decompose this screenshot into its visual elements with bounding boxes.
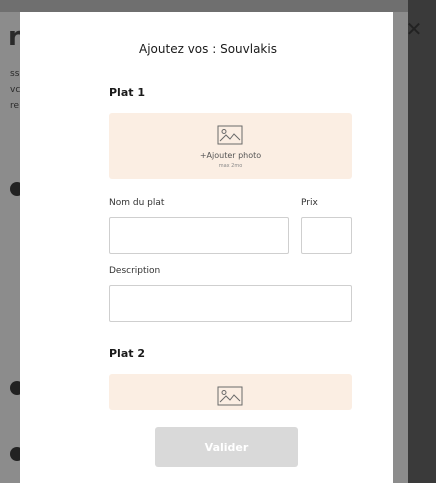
plat-1-label: Plat 1 bbox=[109, 86, 145, 99]
background-text-fragment: ss bbox=[10, 69, 20, 79]
add-photo-label: +Ajouter photo bbox=[199, 151, 262, 160]
dish-name-label: Nom du plat bbox=[109, 198, 165, 208]
close-icon[interactable]: ✕ bbox=[405, 19, 423, 39]
price-input[interactable] bbox=[301, 217, 352, 254]
image-icon bbox=[217, 386, 243, 406]
modal-title: Ajoutez vos : Souvlakis bbox=[139, 42, 277, 56]
image-icon bbox=[217, 125, 243, 145]
description-label: Description bbox=[109, 266, 161, 276]
photo-size-limit: max 2mo bbox=[218, 163, 243, 169]
plat-2-label: Plat 2 bbox=[109, 347, 145, 360]
plat-2-photo-upload[interactable] bbox=[109, 374, 352, 410]
plat-1-photo-upload[interactable]: +Ajouter photo max 2mo bbox=[109, 113, 352, 179]
background-text-fragment: vc bbox=[10, 85, 21, 95]
description-input[interactable] bbox=[109, 285, 352, 322]
background-header bbox=[0, 0, 436, 12]
price-label: Prix bbox=[301, 198, 318, 208]
background-text-fragment: re bbox=[10, 101, 20, 111]
background-side-panel bbox=[408, 0, 436, 483]
dish-name-input[interactable] bbox=[109, 217, 289, 254]
submit-button[interactable]: Valider bbox=[155, 427, 298, 467]
